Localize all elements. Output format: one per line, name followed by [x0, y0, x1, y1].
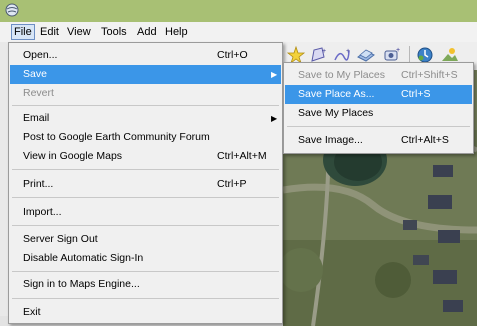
menu-divider [12, 169, 279, 170]
menu-item-label: Server Sign Out [23, 233, 98, 245]
submenu-item-save-image[interactable]: Save Image... Ctrl+Alt+S [285, 131, 472, 150]
menu-item-disable-auto-sign-in[interactable]: Disable Automatic Sign-In [10, 249, 281, 268]
menu-item-label: Save to My Places [298, 69, 385, 81]
side-panel-edge [0, 42, 8, 326]
menu-item-label: Revert [23, 87, 54, 99]
menu-item-label: Print... [23, 178, 54, 190]
menu-item-post-forum[interactable]: Post to Google Earth Community Forum [10, 128, 281, 147]
menu-divider [12, 271, 279, 272]
menu-divider [12, 298, 279, 299]
menu-item-shortcut: Ctrl+P [217, 178, 247, 190]
title-bar [0, 0, 477, 22]
menu-item-label: Save [23, 68, 47, 80]
menu-item-label: View in Google Maps [23, 150, 123, 162]
menu-item-shortcut: Ctrl+Alt+S [401, 134, 449, 146]
file-menu-dropdown: Open... Ctrl+O Save ▶ Revert Email ▶ Pos… [8, 42, 283, 324]
save-submenu: Save to My Places Ctrl+Shift+S Save Plac… [283, 62, 474, 154]
menu-item-import[interactable]: Import... [10, 203, 281, 222]
menu-item-shortcut: Ctrl+Shift+S [401, 69, 458, 81]
submenu-arrow-icon: ▶ [271, 114, 278, 123]
svg-text:+: + [322, 48, 326, 55]
submenu-arrow-icon: ▶ [271, 70, 278, 79]
menu-item-view-google-maps[interactable]: View in Google Maps Ctrl+Alt+M [10, 147, 281, 166]
menu-item-label: Sign in to Maps Engine... [23, 278, 140, 290]
menu-item-save[interactable]: Save ▶ [10, 65, 281, 84]
menu-item-revert[interactable]: Revert [10, 84, 281, 103]
svg-text:+: + [396, 47, 400, 54]
menu-item-label: Open... [23, 49, 58, 61]
menu-divider [12, 105, 279, 106]
menu-item-label: Email [23, 112, 50, 124]
google-earth-app-icon [5, 3, 19, 17]
menu-divider [12, 225, 279, 226]
menu-item-shortcut: Ctrl+O [217, 49, 248, 61]
menu-item-email[interactable]: Email ▶ [10, 109, 281, 128]
menu-item-print[interactable]: Print... Ctrl+P [10, 175, 281, 194]
submenu-item-save-my-places[interactable]: Save My Places [285, 104, 472, 123]
menu-bar: File Edit View Tools Add Help [0, 22, 477, 42]
submenu-item-save-place-as[interactable]: Save Place As... Ctrl+S [285, 85, 472, 104]
menu-item-sign-in-maps-engine[interactable]: Sign in to Maps Engine... [10, 275, 281, 294]
menu-item-label: Save Place As... [298, 88, 375, 100]
menu-item-open[interactable]: Open... Ctrl+O [10, 46, 281, 65]
menu-item-shortcut: Ctrl+S [401, 88, 431, 100]
menu-item-label: Import... [23, 206, 62, 218]
menu-tools[interactable]: Tools [101, 25, 127, 39]
menu-item-label: Save My Places [298, 107, 374, 119]
menu-item-shortcut: Ctrl+Alt+M [217, 150, 267, 162]
menu-item-server-sign-out[interactable]: Server Sign Out [10, 230, 281, 249]
menu-item-exit[interactable]: Exit [10, 303, 281, 322]
menu-item-label: Post to Google Earth Community Forum [23, 131, 210, 143]
menu-item-label: Disable Automatic Sign-In [23, 252, 144, 264]
svg-text:+: + [346, 48, 350, 55]
menu-view[interactable]: View [67, 25, 91, 39]
menu-edit[interactable]: Edit [40, 25, 59, 39]
submenu-item-save-to-my-places[interactable]: Save to My Places Ctrl+Shift+S [285, 66, 472, 85]
menu-add[interactable]: Add [137, 25, 157, 39]
menu-divider [287, 126, 470, 127]
menu-file[interactable]: File [11, 24, 35, 40]
menu-item-label: Exit [23, 306, 41, 318]
menu-help[interactable]: Help [165, 25, 188, 39]
menu-divider [12, 197, 279, 198]
menu-item-label: Save Image... [298, 134, 363, 146]
